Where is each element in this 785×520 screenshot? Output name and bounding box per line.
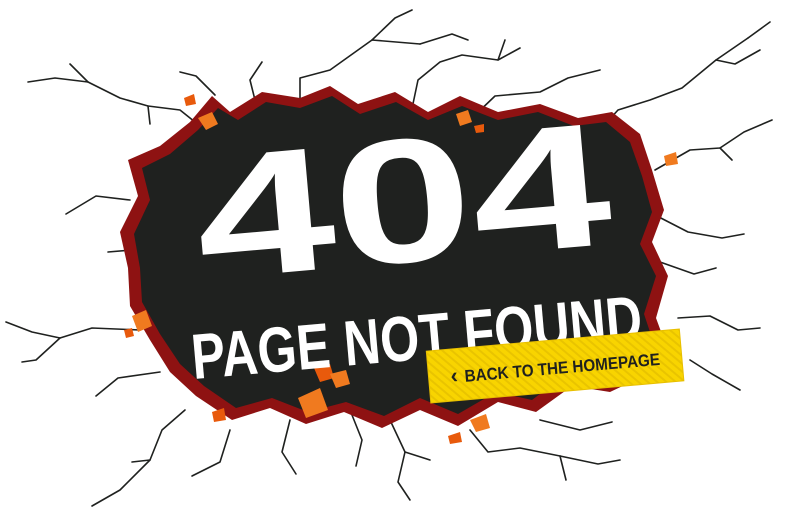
error-code-heading: 404 xyxy=(187,86,618,317)
broken-wall-illustration: 404 PAGE NOT FOUND ‹ BACK TO THE HOMEPAG… xyxy=(5,9,773,507)
